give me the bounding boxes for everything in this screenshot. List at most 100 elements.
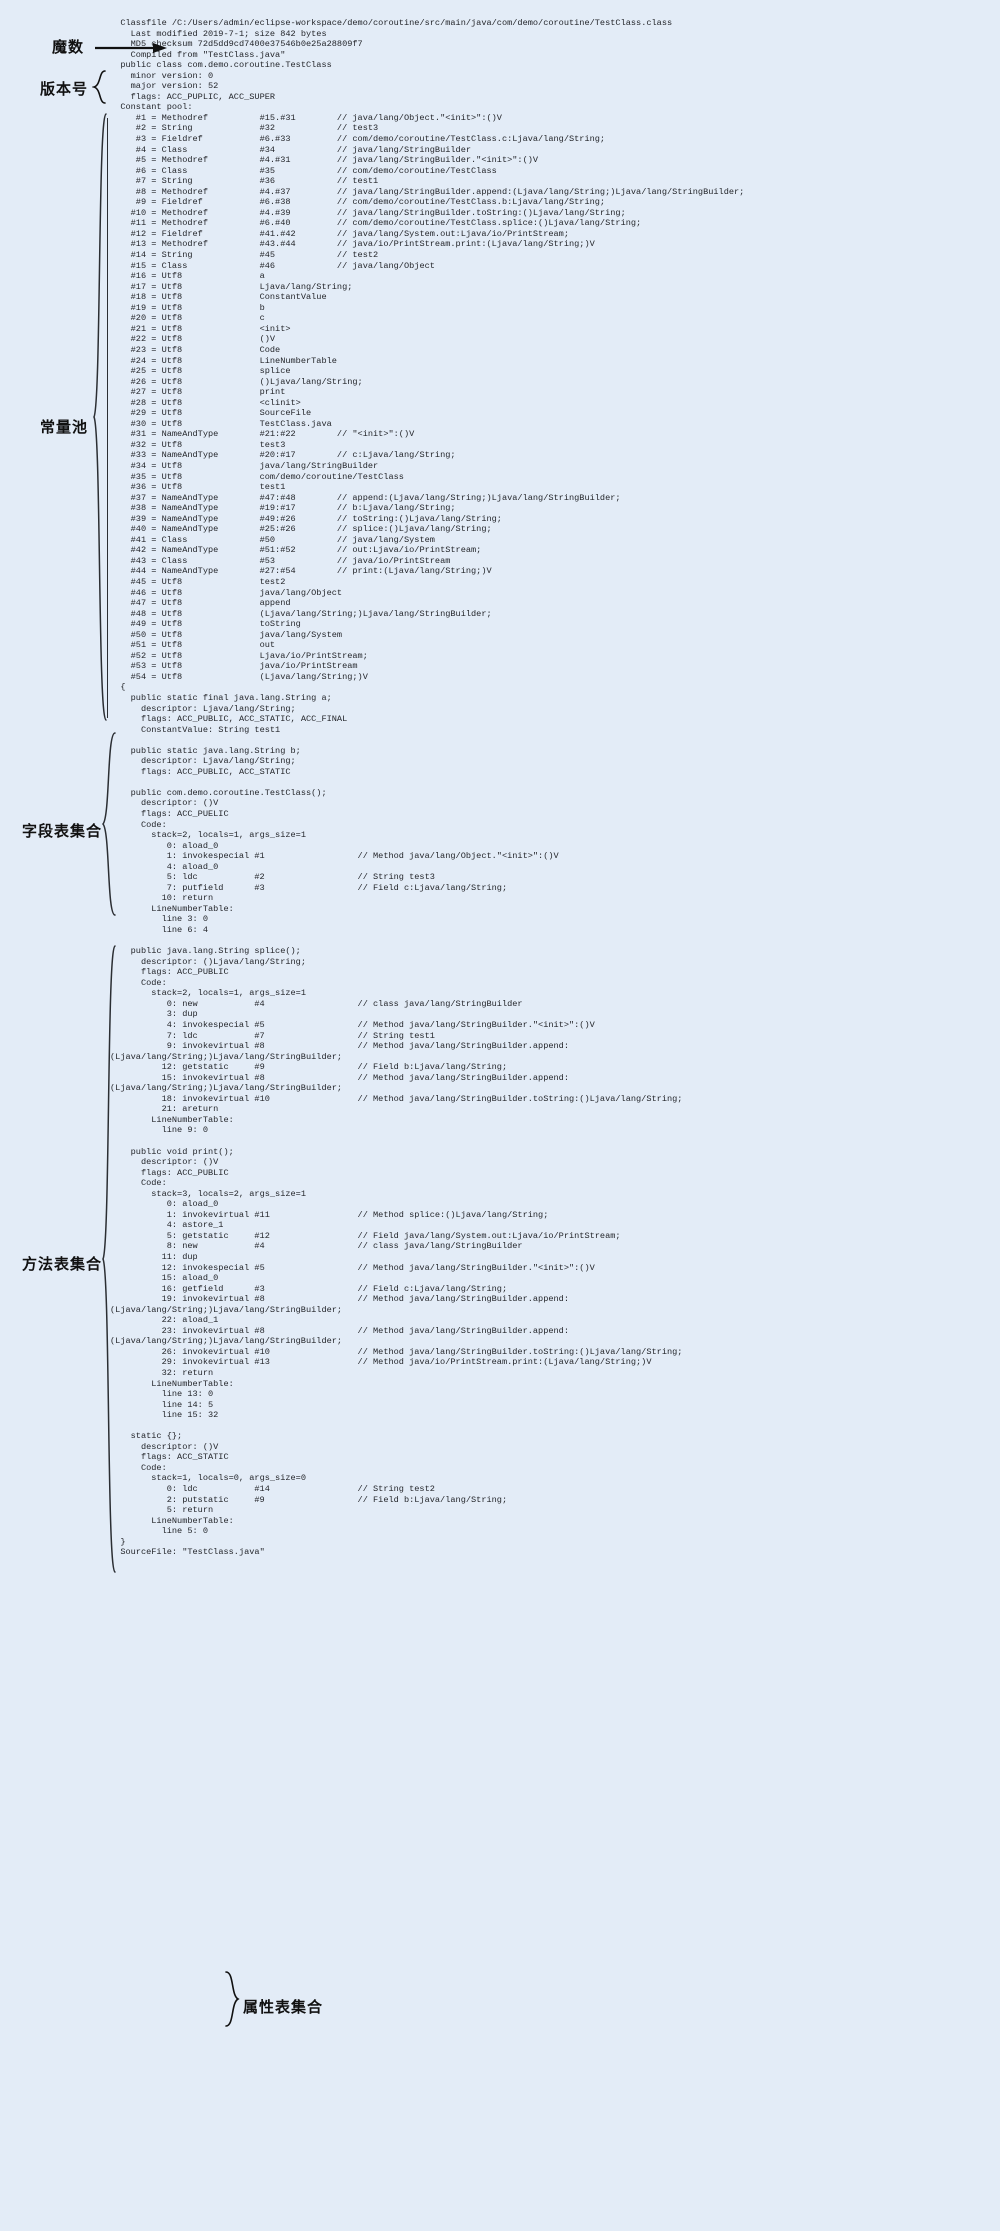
listing-line: ConstantValue: String test1 — [110, 724, 281, 735]
listing-line: 8: new #4 // class java/lang/StringBuild… — [110, 1241, 523, 1252]
listing-line: } — [110, 1536, 126, 1547]
listing-line: 5: getstatic #12 // Field java/lang/Syst… — [110, 1230, 621, 1241]
listing-line: Code: — [110, 1462, 167, 1473]
listing-line: 22: aload_1 — [110, 1315, 219, 1326]
listing-line: #2 = String #32 // test3 — [110, 123, 379, 134]
listing-line: public class com.demo.coroutine.TestClas… — [110, 60, 332, 71]
listing-line: #32 = Utf8 test3 — [110, 439, 286, 450]
listing-line: #15 = Class #46 // java/lang/Object — [110, 260, 435, 271]
listing-line: #37 = NameAndType #47:#48 // append:(Lja… — [110, 492, 621, 503]
listing-line: #9 = Fieldref #6.#38 // com/demo/corouti… — [110, 197, 606, 208]
listing-line: descriptor: ()V — [110, 798, 219, 809]
listing-line: 7: putfield #3 // Field c:Ljava/lang/Str… — [110, 882, 508, 893]
listing-line: #36 = Utf8 test1 — [110, 482, 286, 493]
listing-line: #39 = NameAndType #49:#26 // toString:()… — [110, 513, 502, 524]
listing-line: #48 = Utf8 (Ljava/lang/String;)Ljava/lan… — [110, 608, 492, 619]
listing-line: 12: getstatic #9 // Field b:Ljava/lang/S… — [110, 1062, 508, 1073]
listing-line: 4: astore_1 — [110, 1220, 224, 1231]
attribute-table-brace — [224, 1970, 240, 2028]
listing-line: minor version: 0 — [110, 70, 214, 81]
listing-line: static {}; — [110, 1431, 183, 1442]
annotation-label-method-table: 方法表集合 — [22, 1255, 103, 1273]
listing-line: 7: ldc #7 // String test1 — [110, 1030, 435, 1041]
listing-line: #17 = Utf8 Ljava/lang/String; — [110, 281, 353, 292]
listing-line: #4 = Class #34 // java/lang/StringBuilde… — [110, 144, 472, 155]
listing-line: line 15: 32 — [110, 1410, 219, 1421]
version-number-brace — [92, 70, 106, 104]
listing-line: 15: invokevirtual #8 // Method java/lang… — [110, 1072, 569, 1083]
listing-line: #47 = Utf8 append — [110, 598, 291, 609]
listing-line: 15: aload_0 — [110, 1273, 219, 1284]
listing-line: #35 = Utf8 com/demo/coroutine/TestClass — [110, 471, 404, 482]
listing-line: flags: ACC_PUPLIC, ACC_SUPER — [110, 91, 276, 102]
listing-line: Code: — [110, 819, 167, 830]
listing-line: #14 = String #45 // test2 — [110, 250, 379, 261]
listing-line: public java.lang.String splice(); — [110, 946, 301, 957]
listing-line: #29 = Utf8 SourceFile — [110, 408, 312, 419]
listing-line: #1 = Methodref #15.#31 // java/lang/Obje… — [110, 112, 502, 123]
listing-line: flags: ACC_STATIC — [110, 1452, 229, 1463]
listing-line: line 14: 5 — [110, 1399, 214, 1410]
listing-line: #28 = Utf8 <clinit> — [110, 397, 301, 408]
listing-line: stack=3, locals=2, args_size=1 — [110, 1188, 306, 1199]
annotation-label-magic-number: 魔数 — [52, 38, 85, 56]
listing-line: 4: invokespecial #5 // Method java/lang/… — [110, 1019, 595, 1030]
listing-line: line 3: 0 — [110, 914, 208, 925]
listing-line: #21 = Utf8 <init> — [110, 323, 291, 334]
listing-line: #54 = Utf8 (Ljava/lang/String;)V — [110, 671, 368, 682]
listing-line: 16: getfield #3 // Field c:Ljava/lang/St… — [110, 1283, 508, 1294]
listing-line: #26 = Utf8 ()Ljava/lang/String; — [110, 376, 363, 387]
listing-line: #51 = Utf8 out — [110, 640, 276, 651]
listing-line: #41 = Class #50 // java/lang/System — [110, 534, 435, 545]
listing-line — [110, 735, 1000, 746]
listing-line: #6 = Class #35 // com/demo/coroutine/Tes… — [110, 165, 497, 176]
annotation-label-field-table: 字段表集合 — [22, 822, 103, 840]
listing-line: descriptor: Ljava/lang/String; — [110, 703, 296, 714]
javap-output-page: Classfile /C:/Users/admin/eclipse-worksp… — [0, 0, 1000, 2231]
listing-line: (Ljava/lang/String;)Ljava/lang/StringBui… — [110, 1051, 343, 1062]
listing-line: #11 = Methodref #6.#40 // com/demo/corou… — [110, 218, 642, 229]
listing-line: 26: invokevirtual #10 // Method java/lan… — [110, 1346, 683, 1357]
listing-line: #10 = Methodref #4.#39 // java/lang/Stri… — [110, 207, 626, 218]
listing-line: 9: invokevirtual #8 // Method java/lang/… — [110, 1041, 569, 1052]
listing-line: { — [110, 682, 126, 693]
listing-line: public void print(); — [110, 1146, 234, 1157]
listing-line: line 13: 0 — [110, 1389, 214, 1400]
listing-line: 10: return — [110, 893, 214, 904]
listing-line: line 6: 4 — [110, 925, 208, 936]
listing-line: stack=2, locals=1, args_size=1 — [110, 830, 306, 841]
listing-line: #53 = Utf8 java/io/PrintStream — [110, 661, 358, 672]
listing-line: #38 = NameAndType #19:#17 // b:Ljava/lan… — [110, 503, 456, 514]
magic-number-arrow — [95, 41, 167, 53]
listing-line: 4: aload_0 — [110, 861, 219, 872]
listing-line: descriptor: Ljava/lang/String; — [110, 756, 296, 767]
listing-line: #30 = Utf8 TestClass.java — [110, 418, 332, 429]
listing-line: line 9: 0 — [110, 1125, 208, 1136]
listing-line: #44 = NameAndType #27:#54 // print:(Ljav… — [110, 566, 492, 577]
listing-line: Constant pool: — [110, 102, 193, 113]
listing-line: #18 = Utf8 ConstantValue — [110, 292, 327, 303]
listing-line: #42 = NameAndType #51:#52 // out:Ljava/i… — [110, 545, 482, 556]
listing-line: 11: dup — [110, 1251, 198, 1262]
listing-line: SourceFile: "TestClass.java" — [110, 1547, 265, 1558]
listing-line: #8 = Methodref #4.#37 // java/lang/Strin… — [110, 186, 745, 197]
listing-line: descriptor: ()Ljava/lang/String; — [110, 956, 306, 967]
listing-line: #31 = NameAndType #21:#22 // "<init>":()… — [110, 429, 415, 440]
listing-line: flags: ACC_PUBLIC — [110, 1167, 229, 1178]
listing-line: 18: invokevirtual #10 // Method java/lan… — [110, 1093, 683, 1104]
listing-line: 1: invokevirtual #11 // Method splice:()… — [110, 1209, 549, 1220]
listing-line: LineNumberTable: — [110, 1515, 234, 1526]
listing-line: #19 = Utf8 b — [110, 302, 265, 313]
listing-line: descriptor: ()V — [110, 1157, 219, 1168]
constant-pool-rule — [107, 118, 109, 718]
listing-line: 23: invokevirtual #8 // Method java/lang… — [110, 1325, 569, 1336]
listing-line — [110, 1421, 1000, 1432]
listing-line: stack=1, locals=0, args_size=0 — [110, 1473, 306, 1484]
listing-line: #12 = Fieldref #41.#42 // java/lang/Syst… — [110, 228, 569, 239]
listing-line: 32: return — [110, 1368, 214, 1378]
listing-line: LineNumberTable: — [110, 1114, 234, 1125]
listing-line: #13 = Methodref #43.#44 // java/io/Print… — [110, 239, 595, 250]
constant-pool-brace — [92, 112, 108, 722]
javap-listing: Classfile /C:/Users/admin/eclipse-worksp… — [110, 18, 1000, 1558]
listing-line: MD5 checksum 72d5dd9cd7400e37546b0e25a28… — [110, 39, 363, 50]
